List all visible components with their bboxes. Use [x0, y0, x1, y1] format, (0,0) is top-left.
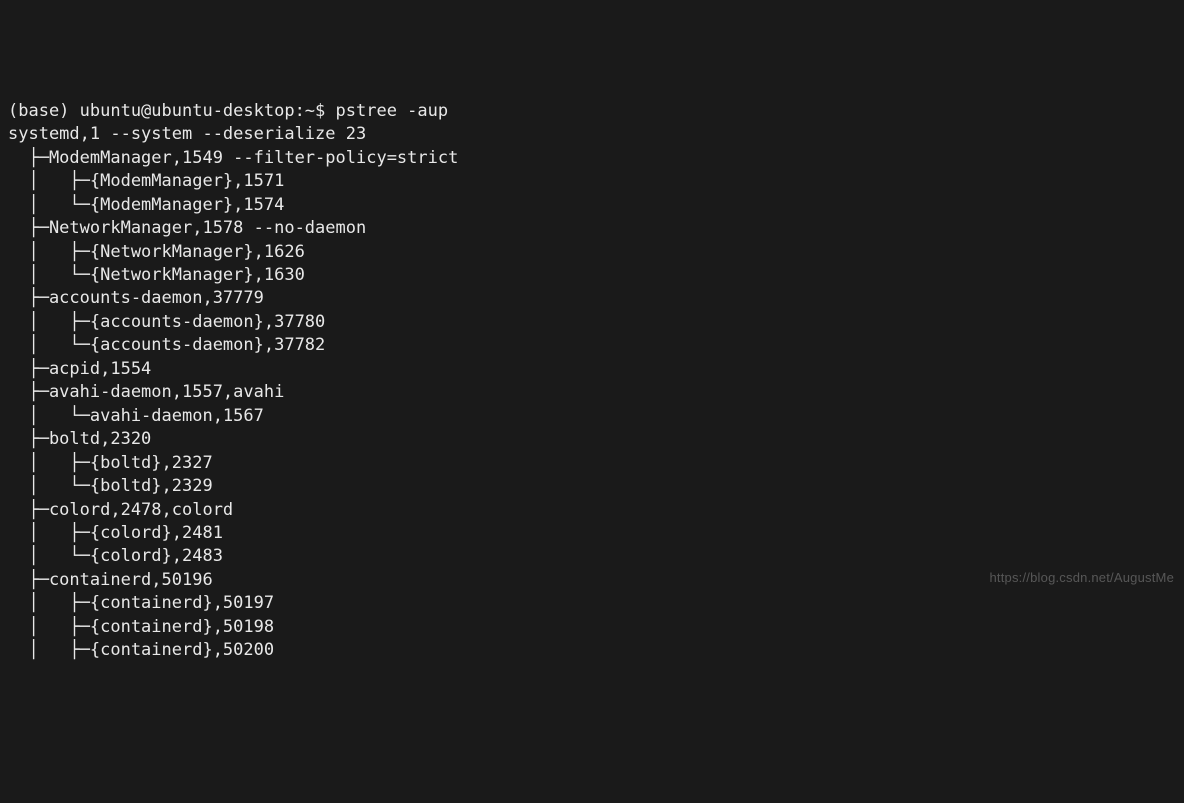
tree-line: │ ├─{boltd},2327 [8, 452, 1176, 475]
tree-line: │ └─{colord},2483 [8, 545, 1176, 568]
tree-line: │ └─avahi-daemon,1567 [8, 405, 1176, 428]
tree-line: │ ├─{containerd},50198 [8, 616, 1176, 639]
tree-line: ├─ModemManager,1549 --filter-policy=stri… [8, 147, 1176, 170]
tree-line: │ └─{NetworkManager},1630 [8, 264, 1176, 287]
tree-line: ├─boltd,2320 [8, 428, 1176, 451]
tree-line: ├─avahi-daemon,1557,avahi [8, 381, 1176, 404]
watermark-text: https://blog.csdn.net/AugustMe [990, 569, 1175, 587]
tree-line: ├─colord,2478,colord [8, 499, 1176, 522]
tree-line: ├─acpid,1554 [8, 358, 1176, 381]
tree-line: │ └─{accounts-daemon},37782 [8, 334, 1176, 357]
tree-line: │ ├─{containerd},50200 [8, 639, 1176, 662]
tree-line: │ ├─{colord},2481 [8, 522, 1176, 545]
tree-line: systemd,1 --system --deserialize 23 [8, 123, 1176, 146]
command-text: pstree -aup [336, 101, 449, 121]
tree-line: │ ├─{containerd},50197 [8, 592, 1176, 615]
tree-line: │ ├─{ModemManager},1571 [8, 170, 1176, 193]
prompt-prefix: (base) ubuntu@ubuntu-desktop:~$ [8, 101, 336, 121]
tree-line: ├─NetworkManager,1578 --no-daemon [8, 217, 1176, 240]
tree-line: ├─accounts-daemon,37779 [8, 287, 1176, 310]
tree-line: │ └─{ModemManager},1574 [8, 194, 1176, 217]
tree-line: │ ├─{accounts-daemon},37780 [8, 311, 1176, 334]
tree-line: │ └─{boltd},2329 [8, 475, 1176, 498]
prompt-line[interactable]: (base) ubuntu@ubuntu-desktop:~$ pstree -… [8, 101, 448, 121]
tree-line: │ ├─{NetworkManager},1626 [8, 241, 1176, 264]
